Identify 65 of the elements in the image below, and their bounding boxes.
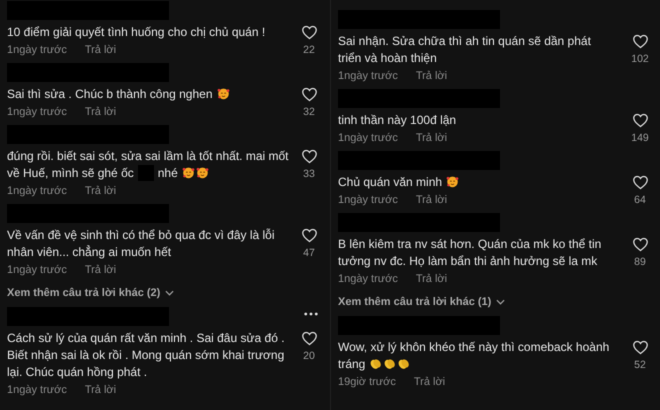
view-more-replies-link[interactable]: Xem thêm câu trả lời khác (1) [338, 294, 506, 310]
like-count: 89 [634, 256, 646, 268]
heart-icon[interactable] [300, 24, 318, 41]
like-count: 32 [303, 106, 315, 118]
heart-icon[interactable] [632, 339, 648, 356]
reply-link[interactable]: Trả lời [84, 184, 116, 198]
comment-text: tinh thần này 100đ lận [338, 113, 456, 127]
like-count: 20 [303, 350, 315, 362]
heart-icon[interactable] [632, 33, 648, 50]
reply-link[interactable]: Trả lời [416, 69, 448, 83]
comment-text: nhé [158, 165, 178, 182]
like-count: 47 [303, 247, 315, 259]
heart-icon[interactable] [632, 112, 648, 129]
clapping-hands-icon [397, 357, 410, 370]
smiling-face-hearts-icon [216, 87, 230, 100]
comment-time: 1ngày trước [338, 272, 398, 286]
comment-time: 1ngày trước [7, 105, 67, 119]
comment-time: 1ngày trước [338, 69, 398, 83]
reply-link[interactable]: Trả lời [84, 383, 116, 397]
comment-time: 1ngày trước [7, 184, 67, 198]
heart-icon[interactable] [300, 148, 318, 165]
like-count: 33 [303, 168, 315, 180]
like-count: 102 [631, 53, 649, 65]
comment-text: B lên kiêm tra nv sát hơn. Quán của mk ko thể tin tưởng nv đc. Họ làm bẩn thi ảnh hưởng sẽ la mk [338, 237, 602, 268]
comment-text: Chủ quán văn minh [338, 174, 442, 191]
comment-time: 1ngày trước [7, 43, 67, 57]
comment-text: Wow, xử lý khôn khéo thế này thì comeback hoành [338, 339, 610, 356]
chevron-down-icon [496, 299, 506, 305]
comment-text: tráng [338, 356, 366, 373]
comment-text: Về vấn đề vệ sinh thì có thể bỏ qua đc vì đây là lỗi nhân viên... chẳng ai muốn hết [7, 228, 275, 259]
smiling-face-hearts-icon [182, 166, 195, 179]
comment-time: 1ngày trước [7, 263, 67, 277]
comment-text: Sai thì sửa . Chúc b thành công nghen [7, 86, 213, 103]
comment-text: Cách sử lý của quán rất văn minh . Sai đâu sửa đó . Biết nhận sai là ok rồi . Mong quán sớm khai trương lại. Chúc quán hồng phát . [7, 331, 285, 379]
heart-icon[interactable] [300, 330, 318, 347]
comment-text: Sai nhận. Sửa chữa thì ah tin quán sẽ dần phát triển và hoàn thiện [338, 34, 591, 65]
comment-time: 19giờ trước [338, 375, 396, 389]
reply-link[interactable]: Trả lời [416, 272, 448, 286]
more-options-icon[interactable] [304, 312, 318, 316]
reply-link[interactable]: Trả lời [416, 131, 448, 145]
clapping-hands-icon [369, 357, 382, 370]
clapping-hands-icon [383, 357, 396, 370]
reply-link[interactable]: Trả lời [416, 193, 448, 207]
reply-link[interactable]: Trả lời [84, 43, 116, 57]
comment-time: 1ngày trước [7, 383, 67, 397]
heart-icon[interactable] [632, 174, 648, 191]
comment-text: về Huế, mình sẽ ghé ốc [7, 165, 134, 182]
heart-icon[interactable] [300, 227, 318, 244]
like-count: 22 [303, 44, 315, 56]
chevron-down-icon [165, 290, 174, 296]
like-count: 52 [634, 359, 646, 371]
comment-text: 10 điểm giải quyết tình huống cho chị chủ quán ! [7, 25, 266, 39]
reply-link[interactable]: Trả lời [414, 375, 446, 389]
comment-time: 1ngày trước [338, 131, 398, 145]
like-count: 149 [631, 132, 649, 144]
comment-text: đúng rồi. biết sai sót, sửa sai lầm là tốt nhất. mai mốt [7, 148, 288, 165]
smiling-face-hearts-icon [446, 175, 460, 188]
heart-icon[interactable] [300, 86, 318, 103]
reply-link[interactable]: Trả lời [84, 263, 116, 277]
like-count: 64 [634, 194, 646, 206]
reply-link[interactable]: Trả lời [84, 105, 116, 119]
heart-icon[interactable] [632, 236, 648, 253]
smiling-face-hearts-icon [196, 166, 209, 179]
view-more-replies-link[interactable]: Xem thêm câu trả lời khác (2) [7, 285, 174, 301]
comment-time: 1ngày trước [338, 193, 398, 207]
